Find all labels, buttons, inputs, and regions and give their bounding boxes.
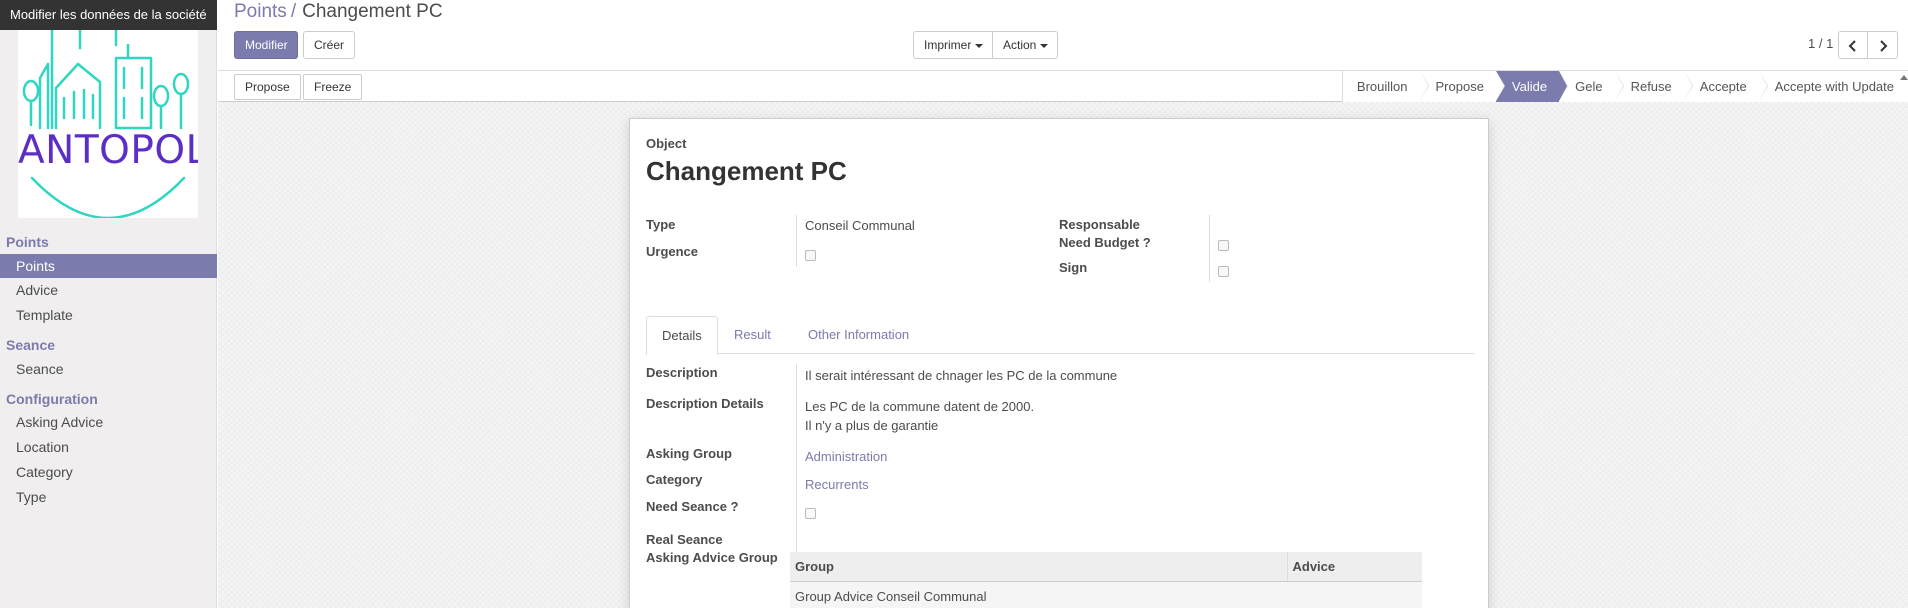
tab-result[interactable]: Result xyxy=(719,316,786,355)
type-label: Type xyxy=(646,217,676,232)
freeze-button[interactable]: Freeze xyxy=(303,74,363,100)
description-label: Description xyxy=(646,365,718,380)
asking-advice-group-table: Group Advice Group Advice Conseil Commun… xyxy=(790,552,1422,608)
table-cell-group: Group Advice Conseil Communal xyxy=(790,581,1287,608)
description-details-label: Description Details xyxy=(646,396,764,411)
edit-button[interactable]: Modifier xyxy=(234,31,298,59)
pager-next-button[interactable] xyxy=(1868,31,1898,59)
category-label: Category xyxy=(646,472,703,487)
stage-brouillon[interactable]: Brouillon xyxy=(1342,71,1429,102)
field-divider xyxy=(796,215,797,267)
menu-item-category[interactable]: Category xyxy=(0,460,217,484)
stage-propose[interactable]: Propose xyxy=(1419,71,1506,102)
urgence-checkbox[interactable] xyxy=(805,250,816,261)
sign-checkbox[interactable] xyxy=(1218,266,1229,277)
description-value: Il serait intéressant de chnager les PC … xyxy=(805,368,1118,383)
chevron-right-icon xyxy=(1879,40,1887,52)
menu-item-asking-advice[interactable]: Asking Advice xyxy=(0,410,217,434)
propose-button[interactable]: Propose xyxy=(234,74,301,100)
asking-advice-group-label: Asking Advice Group xyxy=(646,550,778,565)
stage-valide[interactable]: Valide xyxy=(1495,71,1569,102)
arrow-up-icon xyxy=(1900,75,1908,80)
table-cell-advice xyxy=(1287,581,1422,608)
notebook-tabs: Details Result Other Information xyxy=(646,316,1474,355)
record-title: Changement PC xyxy=(646,156,847,186)
breadcrumb-current: Changement PC xyxy=(302,1,443,22)
table-row[interactable]: Group Advice Conseil Communal xyxy=(790,581,1422,608)
create-button[interactable]: Créer xyxy=(303,31,355,59)
company-logo[interactable]: ANTOPOLIS xyxy=(18,0,198,218)
stage-refuse[interactable]: Refuse xyxy=(1614,71,1694,102)
menu-item-template[interactable]: Template xyxy=(0,303,217,327)
menu-section-seance: Seance xyxy=(6,337,56,353)
menu-item-seance[interactable]: Seance xyxy=(0,357,217,381)
scroll-up-arrow-icon[interactable] xyxy=(1900,72,1908,86)
field-divider xyxy=(1209,215,1210,282)
need-seance-checkbox[interactable] xyxy=(805,508,816,519)
asking-group-label: Asking Group xyxy=(646,446,732,461)
pager-previous-button[interactable] xyxy=(1838,31,1868,59)
form-background: Object Changement PC Type Conseil Commun… xyxy=(218,102,1908,608)
tab-details[interactable]: Details xyxy=(646,316,718,355)
type-value: Conseil Communal xyxy=(805,218,915,233)
stage-accepte[interactable]: Accepte xyxy=(1683,71,1768,102)
menu-section-points: Points xyxy=(6,234,49,250)
description-details-line-2: Il n'y a plus de garantie xyxy=(805,418,939,433)
menu-item-points[interactable]: Points xyxy=(0,254,217,278)
column-header-advice[interactable]: Advice xyxy=(1286,552,1422,582)
category-link[interactable]: Recurrents xyxy=(805,477,869,492)
asking-group-link[interactable]: Administration xyxy=(805,449,887,464)
description-details-line-1: Les PC de la commune datent de 2000. xyxy=(805,399,1035,414)
need-budget-label: Need Budget ? xyxy=(1059,235,1151,250)
table-header-row: Group Advice xyxy=(790,552,1422,582)
breadcrumb-parent-link[interactable]: Points xyxy=(234,1,287,22)
sidebar: ANTOPOLIS Modifier les données de la soc… xyxy=(0,0,217,608)
breadcrumb: Points / Changement PC xyxy=(234,0,443,24)
action-label: Action xyxy=(1003,38,1037,52)
logo-text: ANTOPOLIS xyxy=(18,128,198,173)
sign-label: Sign xyxy=(1059,260,1088,275)
menu-item-advice[interactable]: Advice xyxy=(0,278,217,302)
statusbar: Propose Freeze Brouillon Propose Valide … xyxy=(218,70,1908,102)
object-label: Object xyxy=(646,136,687,151)
responsable-label: Responsable xyxy=(1059,217,1140,232)
company-tooltip: Modifier les données de la société xyxy=(0,0,217,30)
column-header-group[interactable]: Group xyxy=(790,552,1287,582)
caret-down-icon xyxy=(975,43,984,48)
real-seance-label: Real Seance xyxy=(646,532,723,547)
stage-accepte-with-update[interactable]: Accepte with Update xyxy=(1758,71,1908,102)
pager-value: 1 / 1 xyxy=(1808,36,1834,51)
tab-other-information[interactable]: Other Information xyxy=(793,316,924,355)
caret-down-icon xyxy=(1040,43,1049,48)
urgence-label: Urgence xyxy=(646,244,699,259)
print-label: Imprimer xyxy=(924,38,972,52)
menu-section-configuration: Configuration xyxy=(6,391,98,407)
menu-item-location[interactable]: Location xyxy=(0,435,217,459)
print-dropdown-button[interactable]: Imprimer xyxy=(913,31,993,59)
need-budget-checkbox[interactable] xyxy=(1218,240,1229,251)
chevron-left-icon xyxy=(1848,40,1856,52)
form-sheet: Object Changement PC Type Conseil Commun… xyxy=(629,118,1489,608)
action-dropdown-button[interactable]: Action xyxy=(993,31,1058,59)
need-seance-label: Need Seance ? xyxy=(646,499,739,514)
breadcrumb-separator: / xyxy=(290,1,297,22)
stage-pipeline: Brouillon Propose Valide Gele Refuse Acc… xyxy=(1341,71,1908,102)
menu-item-type[interactable]: Type xyxy=(0,485,217,509)
city-skyline-icon xyxy=(22,0,190,218)
